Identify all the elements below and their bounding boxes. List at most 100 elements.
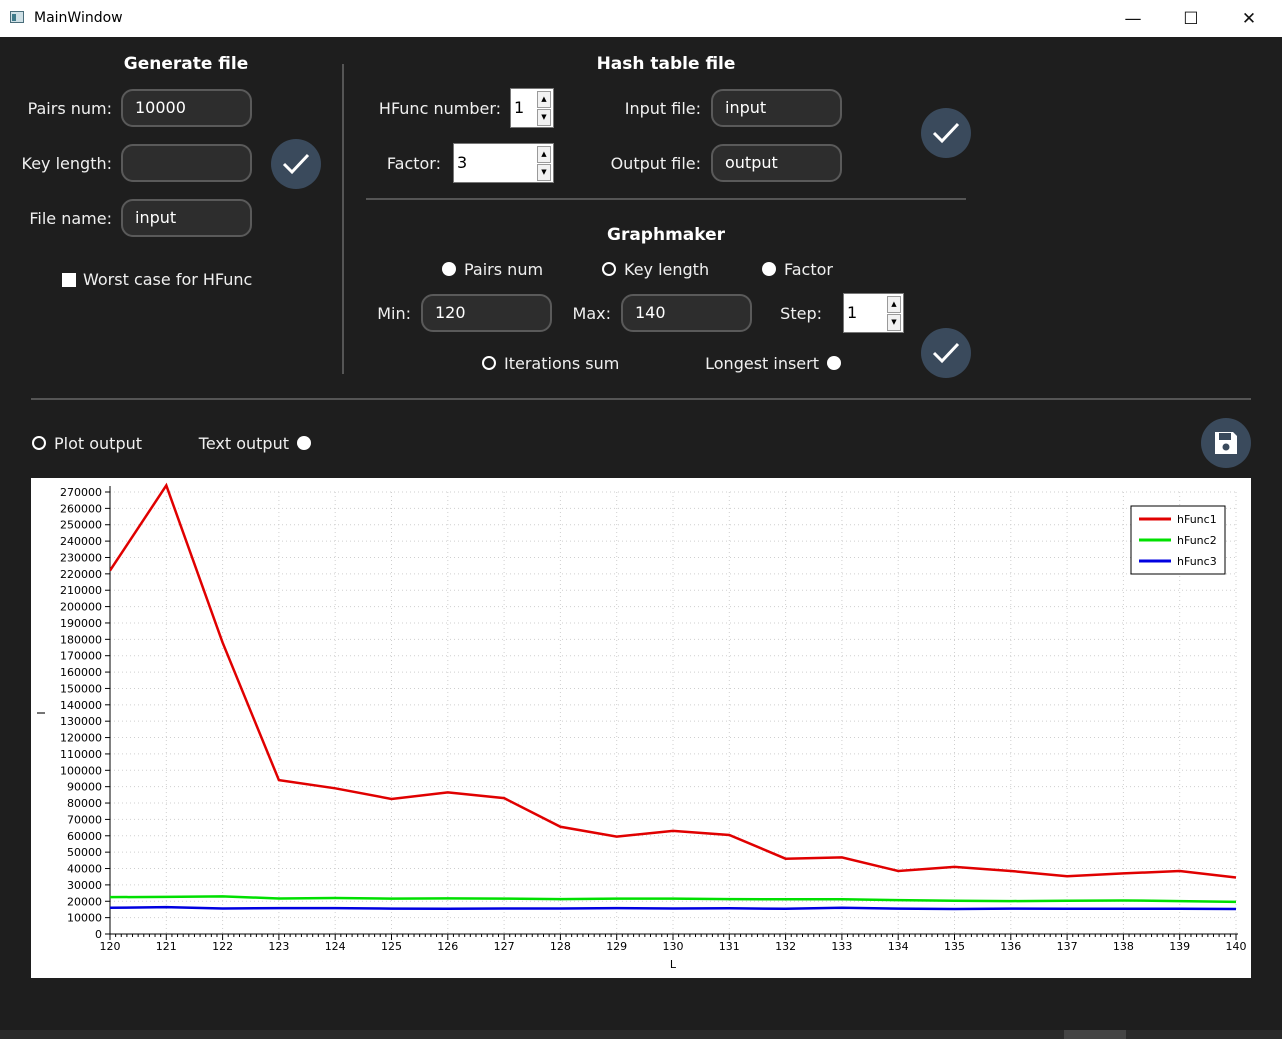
spin-up-icon[interactable]: ▲ [887, 296, 901, 313]
max-input[interactable]: 140 [621, 294, 752, 332]
x-tick-label: 128 [550, 940, 571, 953]
y-tick-label: 40000 [67, 863, 102, 876]
save-button[interactable] [1201, 418, 1251, 468]
spin-down-icon[interactable]: ▼ [537, 164, 551, 181]
check-icon [282, 153, 310, 175]
maximize-button[interactable]: ☐ [1162, 0, 1220, 37]
y-tick-label: 60000 [67, 830, 102, 843]
min-label: Min: [377, 304, 411, 323]
radio-plot-output-label: Plot output [54, 434, 143, 453]
y-tick-label: 190000 [60, 617, 102, 630]
output-file-input[interactable]: output [711, 144, 842, 182]
close-button[interactable]: ✕ [1220, 0, 1278, 37]
legend-label-hFunc1: hFunc1 [1177, 513, 1217, 526]
legend-label-hFunc3: hFunc3 [1177, 555, 1217, 568]
x-tick-label: 137 [1057, 940, 1078, 953]
file-name-input[interactable]: input [121, 199, 252, 237]
x-tick-label: 130 [663, 940, 684, 953]
factor-label: Factor: [386, 154, 441, 173]
radio-iterations-sum-label: Iterations sum [504, 354, 620, 373]
legend-label-hFunc2: hFunc2 [1177, 534, 1217, 547]
radio-longest-insert[interactable] [827, 356, 841, 370]
input-file-input[interactable]: input [711, 89, 842, 127]
output-divider [31, 398, 1251, 400]
x-tick-label: 129 [606, 940, 627, 953]
y-tick-label: 250000 [60, 519, 102, 532]
x-tick-label: 132 [775, 940, 796, 953]
x-tick-label: 133 [831, 940, 852, 953]
x-tick-label: 124 [325, 940, 346, 953]
input-file-label: Input file: [624, 99, 701, 118]
spin-up-icon[interactable]: ▲ [537, 91, 551, 108]
x-tick-label: 121 [156, 940, 177, 953]
x-tick-label: 140 [1226, 940, 1247, 953]
y-tick-label: 100000 [60, 764, 102, 777]
step-value: 1 [847, 303, 858, 322]
minimize-icon: — [1124, 8, 1142, 29]
key-length-input[interactable] [121, 144, 252, 182]
spin-down-icon[interactable]: ▼ [537, 109, 551, 126]
hash-table-file-heading: Hash table file [596, 54, 736, 74]
hash-ok-button[interactable] [921, 108, 971, 158]
x-tick-label: 136 [1000, 940, 1021, 953]
min-input[interactable]: 120 [421, 294, 552, 332]
section-divider-vertical [342, 64, 344, 374]
radio-pairs-num[interactable] [442, 262, 456, 276]
check-icon [932, 342, 960, 364]
app-window-icon [10, 11, 24, 23]
radio-longest-insert-label: Longest insert [705, 354, 819, 373]
y-tick-label: 180000 [60, 633, 102, 646]
y-tick-label: 30000 [67, 879, 102, 892]
radio-key-length-label: Key length [624, 260, 710, 279]
y-tick-label: 210000 [60, 584, 102, 597]
x-tick-label: 120 [100, 940, 121, 953]
radio-factor-label: Factor [784, 260, 833, 279]
plot-area[interactable]: 120 121 122 123 124 125 126 127 128 129 130 131 132 1… [31, 478, 1251, 978]
step-label: Step: [780, 304, 822, 323]
y-tick-label: 70000 [67, 813, 102, 826]
scrollbar-thumb[interactable] [1064, 1030, 1126, 1039]
y-tick-label: 90000 [67, 781, 102, 794]
radio-iterations-sum[interactable] [482, 356, 496, 370]
floppy-disk-icon [1215, 432, 1237, 454]
y-tick-label: 170000 [60, 650, 102, 663]
x-tick-label: 123 [268, 940, 289, 953]
maximize-icon: ☐ [1183, 8, 1199, 29]
graph-ok-button[interactable] [921, 328, 971, 378]
step-spinbox[interactable]: 1 ▲ ▼ [843, 293, 904, 333]
y-tick-label: 10000 [67, 912, 102, 925]
radio-plot-output[interactable] [32, 436, 46, 450]
y-tick-label: 0 [95, 928, 102, 941]
pairs-num-input[interactable]: 10000 [121, 89, 252, 127]
x-tick-label: 122 [212, 940, 233, 953]
factor-spinbox[interactable]: 3 ▲ ▼ [453, 143, 554, 183]
generate-ok-button[interactable] [271, 139, 321, 189]
pairs-num-label: Pairs num: [27, 99, 112, 118]
hfunc-number-label: HFunc number: [378, 99, 501, 118]
output-file-label: Output file: [610, 154, 701, 173]
hfunc-number-spinbox[interactable]: 1 ▲ ▼ [510, 88, 554, 128]
radio-factor[interactable] [762, 262, 776, 276]
radio-key-length[interactable] [602, 262, 616, 276]
factor-value: 3 [457, 153, 468, 172]
y-tick-label: 220000 [60, 568, 102, 581]
minimize-button[interactable]: — [1104, 0, 1162, 37]
x-tick-label: 127 [494, 940, 515, 953]
y-tick-label: 140000 [60, 699, 102, 712]
worst-case-checkbox[interactable] [62, 273, 76, 287]
radio-text-output[interactable] [297, 436, 311, 450]
y-tick-label: 110000 [60, 748, 102, 761]
close-icon: ✕ [1241, 8, 1257, 29]
generate-file-heading: Generate file [123, 54, 249, 74]
y-tick-label: 80000 [67, 797, 102, 810]
graphmaker-heading: Graphmaker [606, 225, 726, 245]
line-chart: 120 121 122 123 124 125 126 127 128 129 130 131 132 1… [35, 482, 1247, 971]
y-tick-label: 20000 [67, 895, 102, 908]
y-axis-label: I [35, 711, 48, 714]
spin-down-icon[interactable]: ▼ [887, 314, 901, 331]
max-label: Max: [572, 304, 611, 323]
x-tick-label: 139 [1169, 940, 1190, 953]
series-line-hFunc3 [110, 905, 1237, 911]
x-tick-label: 126 [437, 940, 458, 953]
spin-up-icon[interactable]: ▲ [537, 146, 551, 163]
